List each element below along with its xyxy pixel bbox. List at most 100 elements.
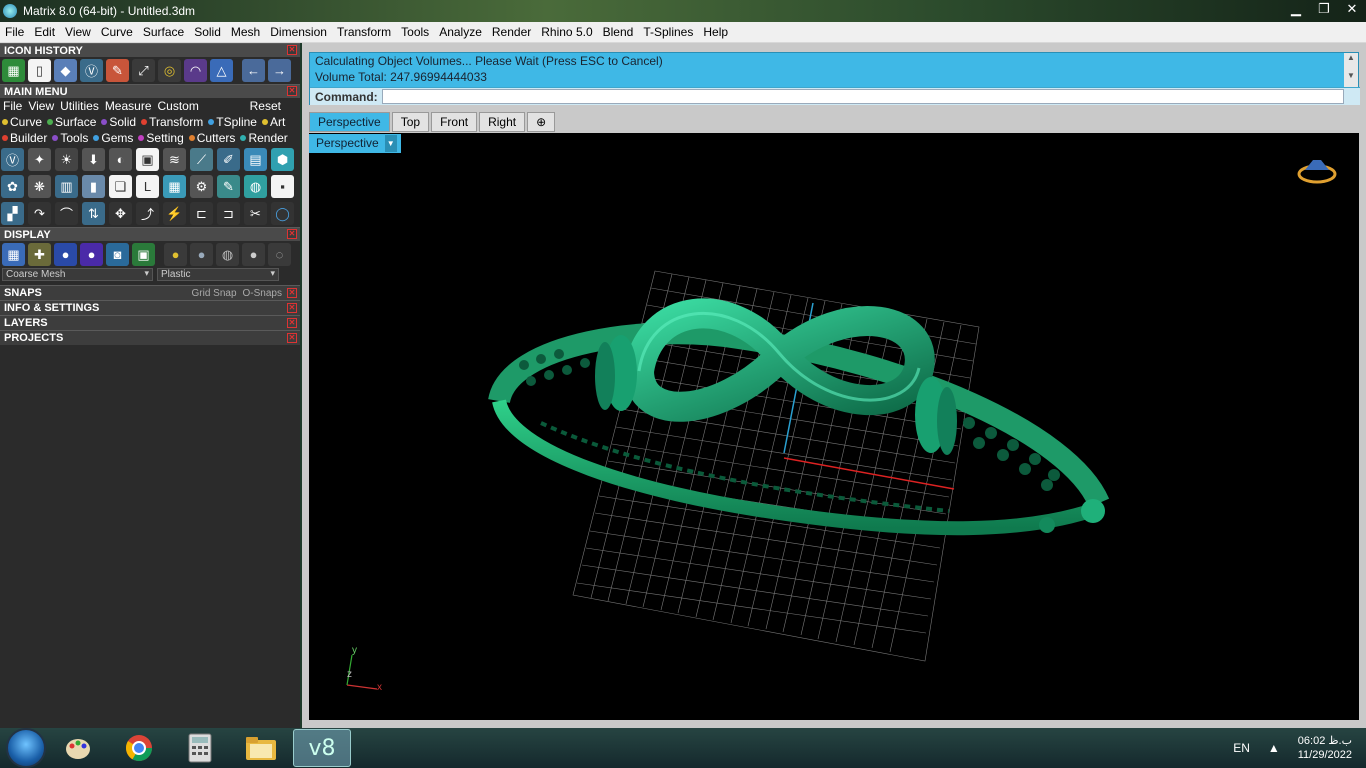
main-menu-measure[interactable]: Measure: [102, 99, 155, 113]
pages-icon[interactable]: ❏: [109, 175, 132, 198]
start-button[interactable]: [6, 728, 46, 768]
category-art[interactable]: Art: [260, 115, 288, 129]
grid-snap-toggle[interactable]: Grid Snap: [192, 286, 237, 301]
menu-help[interactable]: Help: [698, 25, 733, 39]
environment-icon[interactable]: ◙: [106, 243, 129, 266]
new-file-icon[interactable]: ▯: [28, 59, 51, 82]
history-scrollbar[interactable]: ▲ ▼: [1344, 53, 1358, 87]
category-gems[interactable]: Gems: [91, 131, 136, 145]
paint-icon[interactable]: ✐: [217, 148, 240, 171]
close-icon[interactable]: ✕: [287, 288, 297, 298]
material-select[interactable]: Plastic: [157, 268, 279, 281]
add-tab-button[interactable]: ⊕: [527, 112, 556, 132]
scale-icon[interactable]: ⤢: [132, 59, 155, 82]
chip-icon[interactable]: ▣: [136, 148, 159, 171]
tab-top[interactable]: Top: [391, 112, 430, 132]
language-indicator[interactable]: EN: [1233, 741, 1250, 755]
menu-file[interactable]: File: [0, 25, 29, 39]
menu-render[interactable]: Render: [487, 25, 536, 39]
mesh-select[interactable]: Coarse Mesh: [2, 268, 153, 281]
matrix-taskbar-icon[interactable]: v8: [293, 729, 351, 767]
category-setting[interactable]: Setting: [136, 131, 186, 145]
silver-material-icon[interactable]: ◍: [216, 243, 239, 266]
cone-icon[interactable]: △: [210, 59, 233, 82]
metal-material-icon[interactable]: ●: [190, 243, 213, 266]
command-input[interactable]: [381, 89, 1344, 104]
category-render[interactable]: Render: [238, 131, 290, 145]
undo-arrow-icon[interactable]: ←: [242, 59, 265, 82]
menu-edit[interactable]: Edit: [29, 25, 60, 39]
wireframe-icon[interactable]: ▦: [2, 243, 25, 266]
cube-icon[interactable]: ⬢: [271, 148, 294, 171]
link-icon[interactable]: ⊏: [190, 202, 213, 225]
main-menu-custom[interactable]: Custom: [155, 99, 202, 113]
tab-right[interactable]: Right: [479, 112, 526, 132]
main-menu-view[interactable]: View: [25, 99, 57, 113]
close-icon[interactable]: ✕: [287, 86, 297, 96]
texture-icon[interactable]: ▤: [244, 148, 267, 171]
blocks-icon[interactable]: ▞: [1, 202, 24, 225]
split-icon[interactable]: ⚡: [163, 202, 186, 225]
close-icon[interactable]: ✕: [287, 318, 297, 328]
shaded-icon[interactable]: ✚: [28, 243, 51, 266]
move-icon[interactable]: ✥: [109, 202, 132, 225]
close-icon[interactable]: ✕: [287, 45, 297, 55]
tray-expand-icon[interactable]: ▲: [1268, 741, 1280, 755]
clock[interactable]: 06:02 ب.ظ 11/29/2022: [1298, 734, 1352, 762]
menu-surface[interactable]: Surface: [138, 25, 189, 39]
explorer-folder-icon[interactable]: [232, 729, 290, 767]
chrome-icon[interactable]: [110, 729, 168, 767]
layers-header[interactable]: LAYERS ✕: [0, 315, 300, 330]
paint-app-icon[interactable]: [49, 729, 107, 767]
menu-curve[interactable]: Curve: [96, 25, 138, 39]
snaps-header[interactable]: SNAPS Grid Snap O-Snaps ✕: [0, 285, 300, 300]
tab-perspective[interactable]: Perspective: [309, 112, 390, 132]
matrix-icon[interactable]: Ⓥ: [1, 148, 24, 171]
menu-solid[interactable]: Solid: [189, 25, 226, 39]
matrix-logo-icon[interactable]: Ⓥ: [80, 59, 103, 82]
circle-icon[interactable]: ◯: [271, 202, 294, 225]
cut-icon[interactable]: ⊐: [217, 202, 240, 225]
film-icon[interactable]: ▥: [55, 175, 78, 198]
pen-icon[interactable]: ✎: [217, 175, 240, 198]
gem-cluster-icon[interactable]: ✿: [1, 175, 24, 198]
info-settings-header[interactable]: INFO & SETTINGS ✕: [0, 300, 300, 315]
light-icon[interactable]: ☀: [55, 148, 78, 171]
rails-icon[interactable]: ≋: [163, 148, 186, 171]
builder-icon[interactable]: ✦: [28, 148, 51, 171]
category-surface[interactable]: Surface: [45, 115, 99, 129]
settings-gear-icon[interactable]: ⚙: [190, 175, 213, 198]
menu-analyze[interactable]: Analyze: [434, 25, 487, 39]
arc-icon[interactable]: ↷: [28, 202, 51, 225]
calculator-icon[interactable]: [171, 729, 229, 767]
menu-tsplines[interactable]: T-Splines: [638, 25, 698, 39]
close-icon[interactable]: ✕: [287, 303, 297, 313]
globe-icon[interactable]: ◍: [244, 175, 267, 198]
ring-icon[interactable]: ◎: [158, 59, 181, 82]
osnaps-toggle[interactable]: O-Snaps: [243, 286, 282, 301]
maximize-button[interactable]: ❐: [1310, 0, 1338, 20]
category-builder[interactable]: Builder: [0, 131, 50, 145]
category-curve[interactable]: Curve: [0, 115, 45, 129]
main-menu-utilities[interactable]: Utilities: [57, 99, 102, 113]
drop-icon[interactable]: ⬇: [82, 148, 105, 171]
bead-icon[interactable]: ❋: [28, 175, 51, 198]
menu-view[interactable]: View: [60, 25, 96, 39]
category-cutters[interactable]: Cutters: [187, 131, 239, 145]
category-tools[interactable]: Tools: [50, 131, 91, 145]
mirror-icon[interactable]: ⇅: [82, 202, 105, 225]
reset-button[interactable]: Reset: [247, 99, 284, 113]
perspective-viewport[interactable]: Perspective ▼ x y z: [309, 133, 1359, 720]
gold-material-icon[interactable]: ●: [164, 243, 187, 266]
pipe-icon[interactable]: ◠: [184, 59, 207, 82]
rotate-icon[interactable]: ⤴: [136, 202, 159, 225]
redo-arrow-icon[interactable]: →: [268, 59, 291, 82]
menu-rhino[interactable]: Rhino 5.0: [536, 25, 597, 39]
category-solid[interactable]: Solid: [99, 115, 139, 129]
menu-dimension[interactable]: Dimension: [265, 25, 332, 39]
close-button[interactable]: ✕: [1338, 0, 1366, 20]
menu-tools[interactable]: Tools: [396, 25, 434, 39]
tab-front[interactable]: Front: [431, 112, 478, 132]
logo-icon[interactable]: L: [136, 175, 159, 198]
glass-sphere-icon[interactable]: ●: [80, 243, 103, 266]
